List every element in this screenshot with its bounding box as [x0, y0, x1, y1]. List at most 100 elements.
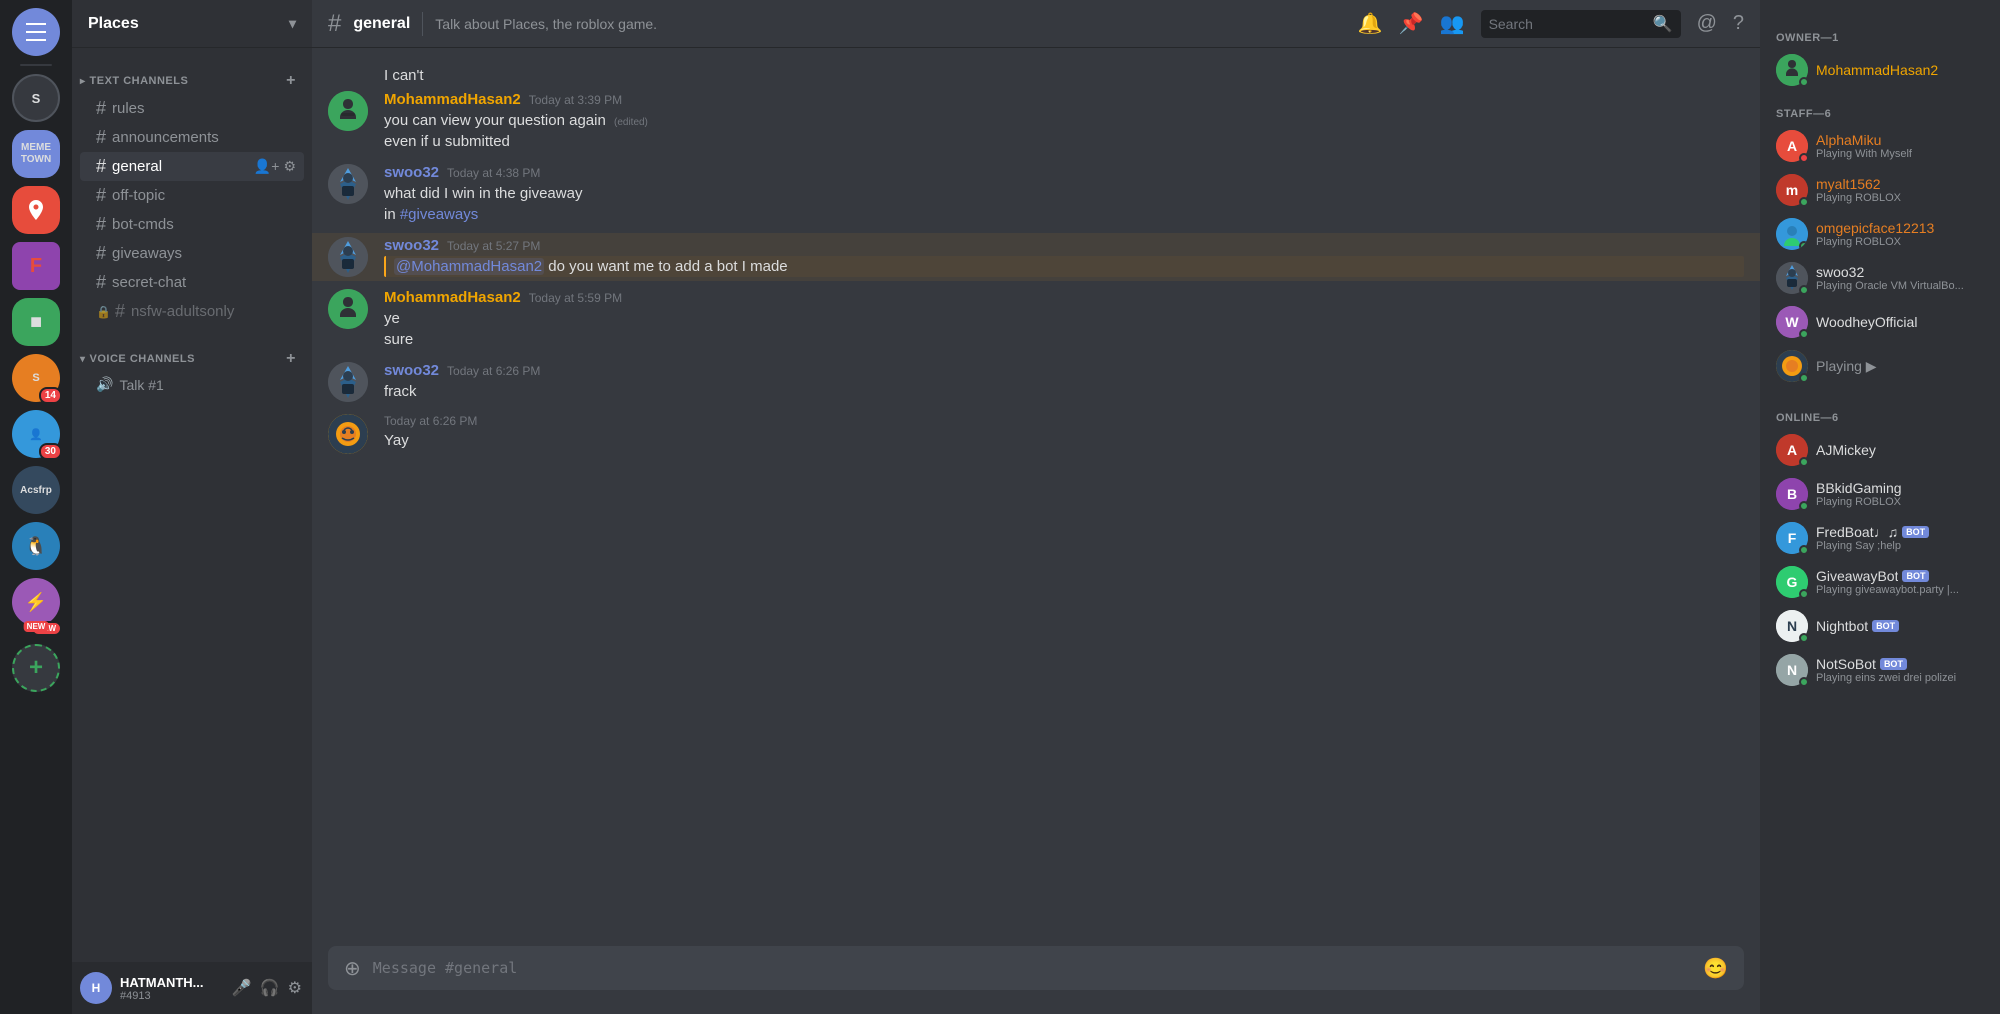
add-member-icon[interactable]: 👤+	[254, 158, 280, 175]
message-author: MohammadHasan2	[384, 289, 521, 306]
hash-icon: #	[96, 214, 106, 235]
member-name: Playing ▶	[1816, 358, 1984, 375]
header-divider	[422, 12, 423, 36]
channel-bot-cmds[interactable]: # bot-cmds	[80, 210, 304, 239]
member-fredboat[interactable]: F FredBoat♩♫ BOT Playing Say ;help	[1768, 516, 1992, 560]
member-avatar: N	[1776, 654, 1808, 686]
add-server-btn[interactable]: +	[12, 644, 60, 692]
server-icon-s[interactable]: S	[12, 74, 60, 122]
message-author: swoo32	[384, 164, 439, 181]
members-icon[interactable]: 👥	[1440, 11, 1465, 36]
voice-channels-category[interactable]: ▾ VOICE CHANNELS +	[72, 334, 312, 372]
member-name: WoodheyOfficial	[1816, 314, 1984, 330]
member-playing[interactable]: Playing ▶	[1768, 344, 1992, 388]
member-info: MohammadHasan2	[1816, 62, 1984, 78]
member-info: myalt1562 Playing ROBLOX	[1816, 176, 1984, 204]
channel-nsfw[interactable]: 🔒 # nsfw-adultsonly	[80, 297, 304, 326]
headphones-icon[interactable]: 🎧	[258, 976, 282, 1000]
voice-channel-talk1[interactable]: 🔊 Talk #1	[80, 372, 304, 397]
channel-general[interactable]: # general 👤+ ⚙	[80, 152, 304, 181]
server-icon-green[interactable]: ■	[12, 298, 60, 346]
message-icant: I can't	[312, 64, 1760, 87]
server-header[interactable]: Places ▾	[72, 0, 312, 48]
help-icon[interactable]: ?	[1733, 12, 1744, 35]
message-author: swoo32	[384, 362, 439, 379]
status-online	[1799, 501, 1809, 511]
mute-icon[interactable]: 🎤	[230, 976, 254, 1000]
search-input[interactable]	[1489, 16, 1649, 32]
server-icon-memetown[interactable]: MEME TOWN	[12, 130, 60, 178]
pin-icon[interactable]: 📌	[1399, 11, 1424, 36]
server-icon-new[interactable]: ⚡ NEW	[12, 578, 60, 626]
online-label: ONLINE—6	[1776, 412, 1839, 424]
channel-secret-chat-label: secret-chat	[112, 274, 186, 291]
server-icon-badge30[interactable]: 👤 30	[12, 410, 60, 458]
channel-rules[interactable]: # rules	[80, 94, 304, 123]
member-alphamiku[interactable]: A AlphaMiku Playing With Myself	[1768, 124, 1992, 168]
message-text-2: in #giveaways	[384, 204, 1744, 225]
at-icon[interactable]: @	[1697, 12, 1717, 35]
text-channels-category[interactable]: ▸ TEXT CHANNELS +	[72, 56, 312, 94]
message-timestamp: Today at 5:27 PM	[447, 239, 540, 253]
member-info: Nightbot BOT	[1816, 618, 1984, 634]
message-group-mohammad2: MohammadHasan2 Today at 5:59 PM ye sure	[312, 285, 1760, 354]
server-icon-acsfrp[interactable]: Acsfrp	[12, 466, 60, 514]
giveaways-mention[interactable]: #giveaways	[400, 206, 478, 223]
member-myalt[interactable]: m myalt1562 Playing ROBLOX	[1768, 168, 1992, 212]
channel-off-topic[interactable]: # off-topic	[80, 181, 304, 210]
settings-icon[interactable]: ⚙	[286, 976, 304, 1000]
add-voice-channel-icon[interactable]: +	[286, 350, 296, 368]
server-icon-places[interactable]	[12, 186, 60, 234]
upload-icon[interactable]: ⊕	[344, 956, 361, 981]
member-swoo32[interactable]: swoo32 Playing Oracle VM VirtualBo...	[1768, 256, 1992, 300]
member-giveawaybot[interactable]: G GiveawayBot BOT Playing giveawaybot.pa…	[1768, 560, 1992, 604]
hash-icon: #	[96, 98, 106, 119]
owner-label: OWNER—1	[1776, 32, 1839, 44]
member-activity: Playing With Myself	[1816, 148, 1984, 160]
message-text: you can view your question again (edited…	[384, 110, 1744, 131]
server-icon-penguin[interactable]: 🐧	[12, 522, 60, 570]
member-avatar: m	[1776, 174, 1808, 206]
server-icon-badge14[interactable]: S 14	[12, 354, 60, 402]
message-group-mohammad1: MohammadHasan2 Today at 3:39 PM you can …	[312, 87, 1760, 156]
member-nightbot[interactable]: N Nightbot BOT	[1768, 604, 1992, 648]
user-mention[interactable]: @MohammadHasan2	[394, 258, 544, 275]
member-omgepic[interactable]: omgepicface12213 Playing ROBLOX	[1768, 212, 1992, 256]
member-ajmickey[interactable]: A AJMickey	[1768, 428, 1992, 472]
messages-container: I can't MohammadHasan2 Today at 3:39 PM …	[312, 48, 1760, 946]
hash-icon: #	[96, 185, 106, 206]
settings-icon[interactable]: ⚙	[283, 158, 296, 175]
member-activity: Playing ROBLOX	[1816, 192, 1984, 204]
user-controls: 🎤 🎧 ⚙	[230, 976, 304, 1000]
server-icon-home[interactable]	[12, 8, 60, 56]
server-divider	[20, 64, 52, 66]
bot-badge: BOT	[1902, 570, 1929, 582]
member-bbkid[interactable]: B BBkidGaming Playing ROBLOX	[1768, 472, 1992, 516]
channel-secret-chat[interactable]: # secret-chat	[80, 268, 304, 297]
member-name: NotSoBot	[1816, 656, 1876, 672]
message-text: what did I win in the giveaway	[384, 183, 1744, 204]
member-name-row: GiveawayBot BOT	[1816, 568, 1984, 584]
message-avatar-bot	[328, 414, 368, 454]
member-activity: Playing eins zwei drei polizei	[1816, 672, 1984, 684]
member-woodhey[interactable]: W WoodheyOfficial	[1768, 300, 1992, 344]
server-icon-f[interactable]: F	[12, 242, 60, 290]
channel-giveaways[interactable]: # giveaways	[80, 239, 304, 268]
member-notsobot[interactable]: N NotSoBot BOT Playing eins zwei drei po…	[1768, 648, 1992, 692]
message-header: MohammadHasan2 Today at 5:59 PM	[384, 289, 1744, 306]
bell-icon[interactable]: 🔔	[1358, 11, 1383, 36]
channel-bot-cmds-label: bot-cmds	[112, 216, 174, 233]
member-avatar: A	[1776, 130, 1808, 162]
svg-text:B: B	[1787, 486, 1797, 502]
message-input[interactable]	[373, 948, 1691, 989]
message-avatar	[328, 164, 368, 204]
member-mohammad[interactable]: MohammadHasan2	[1768, 48, 1992, 92]
search-bar[interactable]: 🔍	[1481, 10, 1681, 38]
add-channel-icon[interactable]: +	[286, 72, 296, 90]
speaker-icon: 🔊	[96, 376, 113, 393]
emoji-icon[interactable]: 😊	[1703, 956, 1728, 981]
member-name: FredBoat♩♫	[1816, 524, 1898, 540]
channel-announcements[interactable]: # announcements	[80, 123, 304, 152]
message-text: Yay	[384, 430, 1744, 451]
member-info: FredBoat♩♫ BOT Playing Say ;help	[1816, 524, 1984, 552]
